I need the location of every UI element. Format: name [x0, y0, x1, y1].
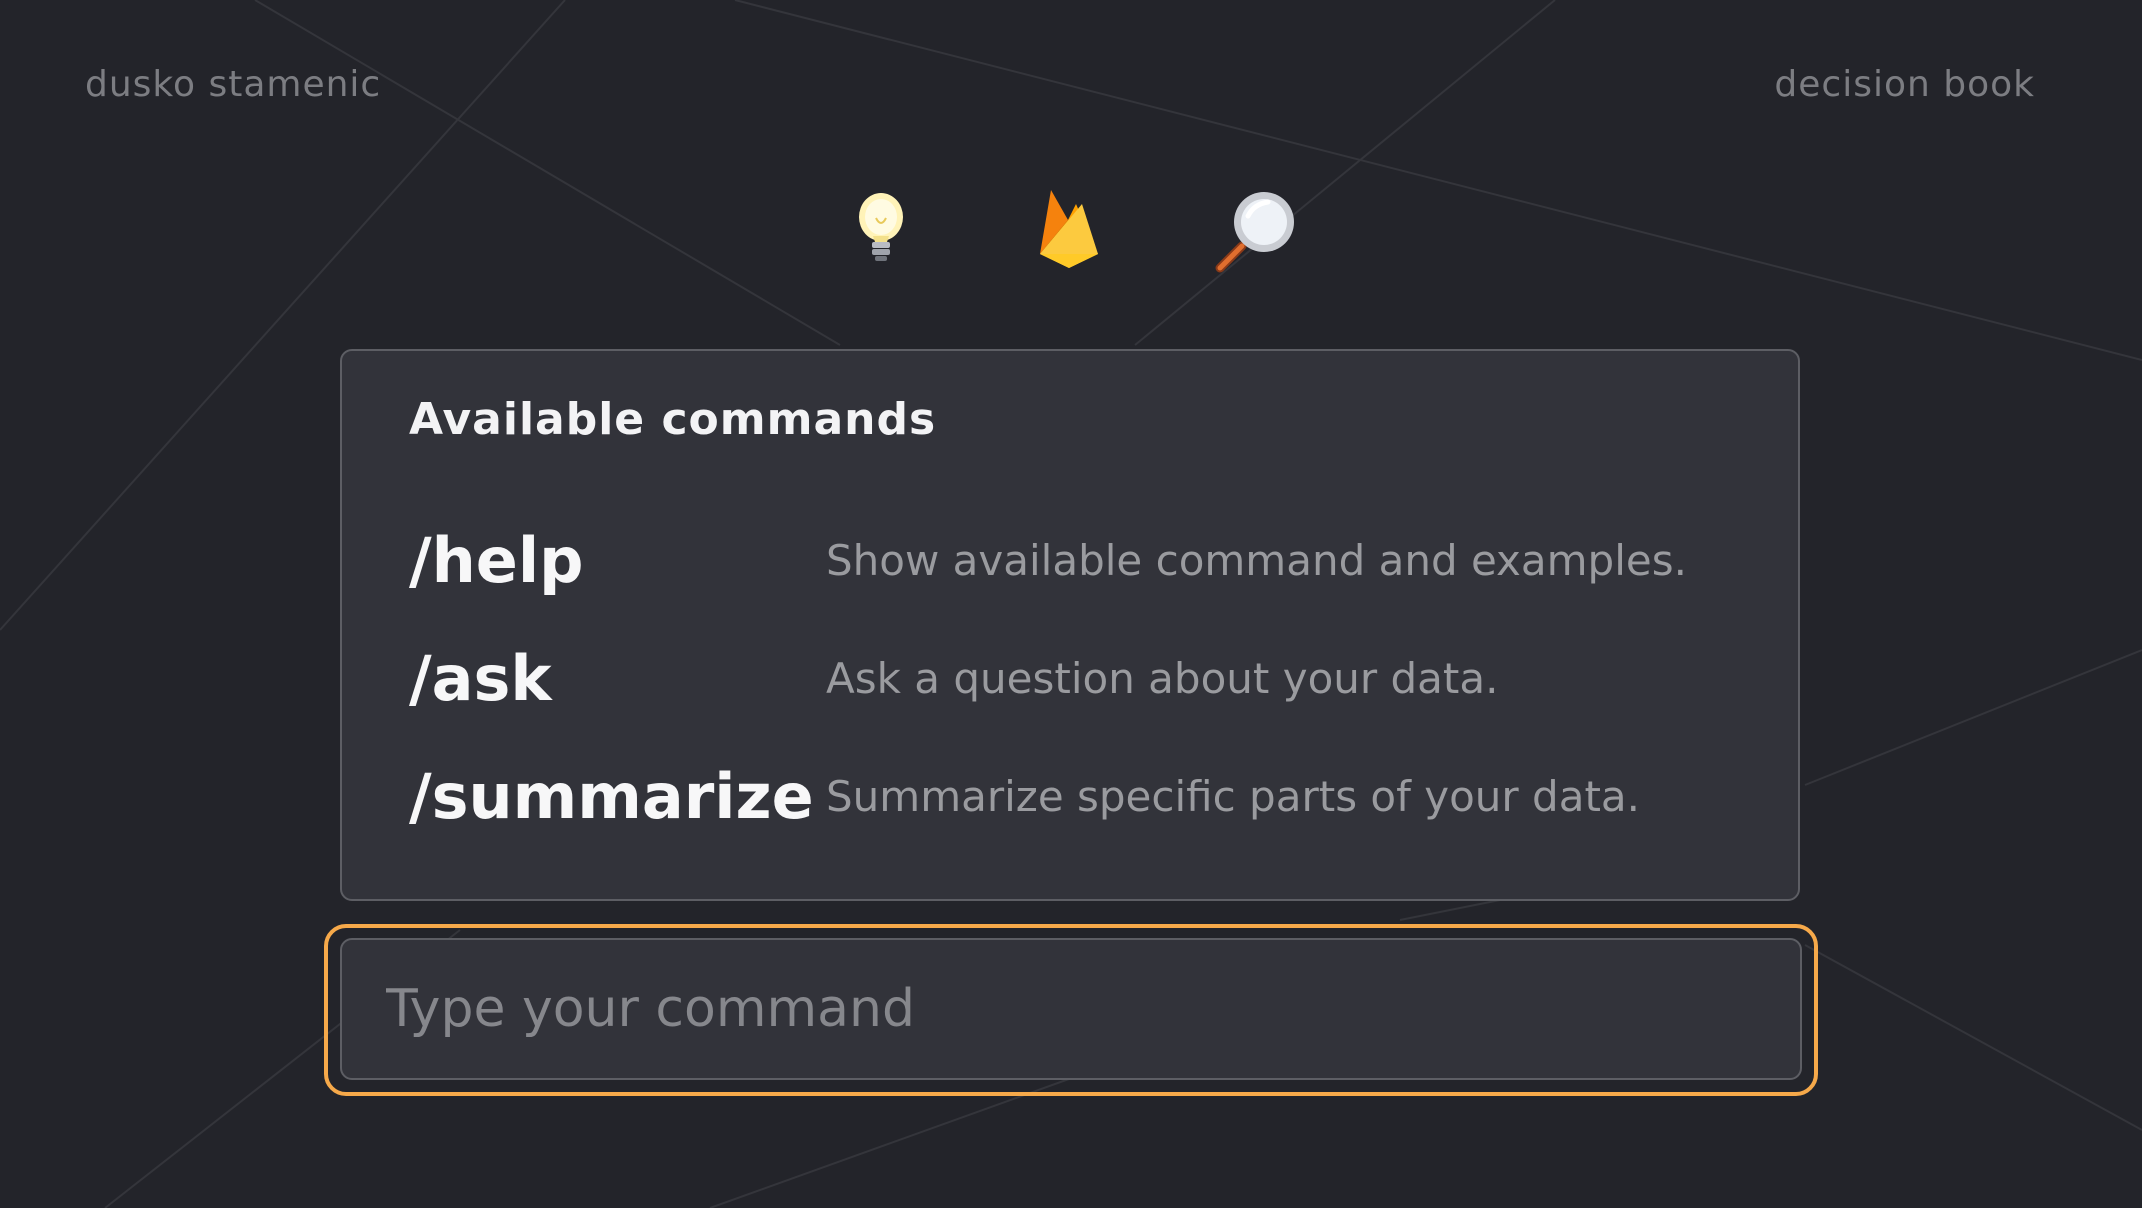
- fire-icon[interactable]: [1024, 184, 1114, 274]
- command-description: Show available command and examples.: [826, 536, 1687, 585]
- magnifier-icon[interactable]: [1212, 184, 1302, 274]
- command-row-summarize[interactable]: /summarize Summarize specific parts of y…: [409, 757, 1749, 837]
- command-name: /summarize: [409, 760, 814, 833]
- author-link[interactable]: dusko stamenic: [85, 64, 381, 105]
- panel-title: Available commands: [409, 394, 937, 445]
- command-input[interactable]: [340, 938, 1802, 1080]
- commands-panel: Available commands /help Show available …: [340, 349, 1800, 901]
- command-description: Ask a question about your data.: [826, 654, 1499, 703]
- command-description: Summarize specific parts of your data.: [826, 772, 1640, 821]
- command-name: /help: [409, 524, 584, 597]
- command-row-help[interactable]: /help Show available command and example…: [409, 521, 1749, 601]
- icon-row: [0, 184, 2142, 274]
- command-row-ask[interactable]: /ask Ask a question about your data.: [409, 639, 1749, 719]
- light-bulb-icon[interactable]: [836, 184, 926, 274]
- decision-book-link[interactable]: decision book: [1774, 64, 2035, 105]
- command-name: /ask: [409, 642, 552, 715]
